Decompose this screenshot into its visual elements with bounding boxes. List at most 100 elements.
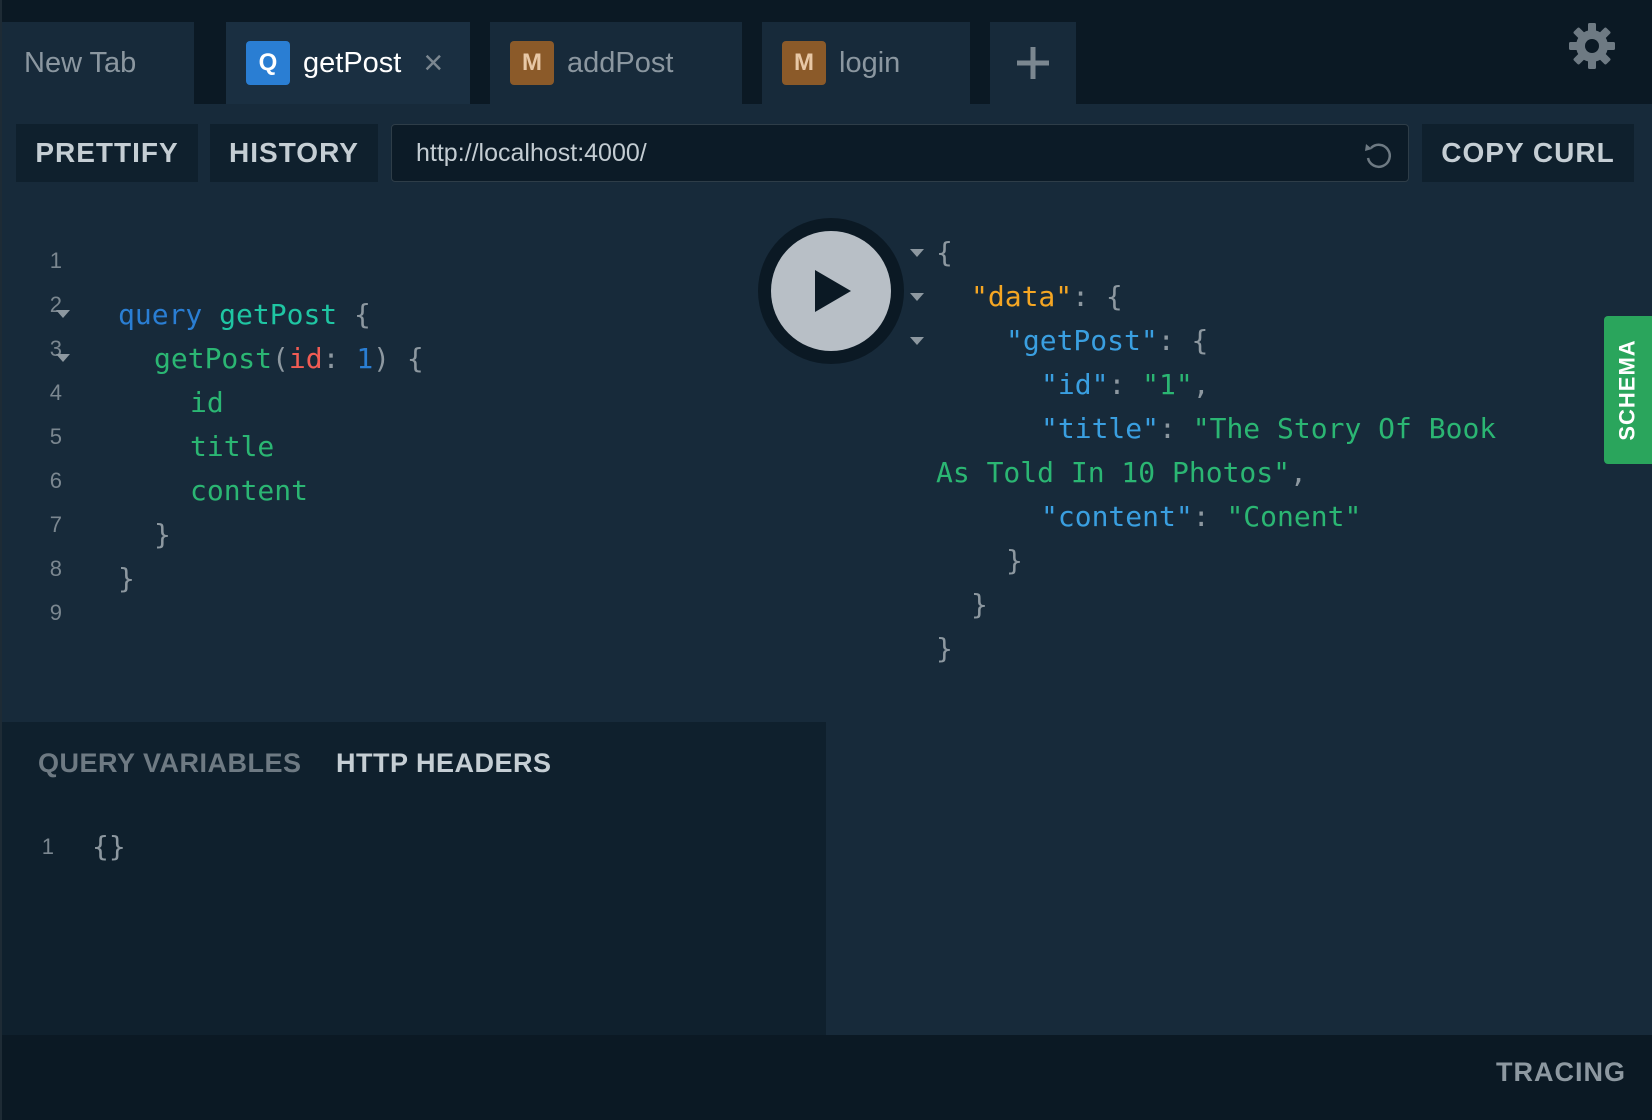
tab-bar: New Tab Q getPost × M addPost M login [0,0,1652,104]
json-key: "data" [971,279,1073,313]
result-line: "title": "The Story Of Book [1041,406,1496,450]
punctuation: { [1191,323,1209,357]
tab-addpost[interactable]: M addPost [490,22,742,104]
json-key: "title" [1041,411,1160,445]
prettify-button[interactable]: PRETTIFY [16,124,198,182]
query-badge: Q [246,41,290,85]
code-line: } [154,512,171,556]
close-icon[interactable]: × [423,46,443,80]
code-line: content [190,468,308,512]
add-tab-button[interactable] [990,22,1076,104]
json-string: "1" [1142,367,1193,401]
query-editor[interactable]: 1 2 3 4 5 6 7 8 9 query getPost { getPos… [2,204,826,722]
line-number: 1 [41,834,54,859]
result-line: "data": { [971,274,1123,318]
tab-query-variables[interactable]: QUERY VARIABLES [38,748,302,779]
json-key: "getPost" [1006,323,1158,357]
line-number: 4 [49,380,62,405]
tab-getpost[interactable]: Q getPost × [226,22,470,104]
punctuation: : [1192,499,1210,533]
fold-arrow-icon[interactable] [910,293,924,301]
code-line: } [118,556,135,600]
json-key: "id" [1041,367,1109,401]
field-name: title [190,429,275,463]
field-name: id [190,385,224,419]
line-number: 3 [49,336,62,361]
fold-arrow-icon[interactable] [56,354,70,362]
punctuation: , [1192,367,1210,401]
endpoint-url-input[interactable]: http://localhost:4000/ [391,124,1409,182]
punctuation: } [1006,543,1023,577]
plus-icon [1017,47,1049,79]
punctuation: : [1157,323,1175,357]
json-string: "Conent" [1226,499,1362,533]
argument-value: 1 [356,341,374,375]
tracing-button[interactable]: TRACING [1496,1057,1626,1088]
code-line: title [190,424,274,468]
fold-arrow-icon[interactable] [56,310,70,318]
play-icon [815,270,851,312]
punctuation: : [1072,279,1090,313]
result-line: As Told In 10 Photos", [936,450,1307,494]
tab-http-headers[interactable]: HTTP HEADERS [336,748,552,779]
result-line: "getPost": { [1006,318,1208,362]
reload-icon[interactable] [1362,139,1394,171]
result-line: { [936,230,953,274]
line-number: 6 [49,468,62,493]
tab-new-tab[interactable]: New Tab [2,22,194,104]
operation-name: getPost [219,297,338,331]
punctuation: { [1105,279,1123,313]
punctuation: { [406,341,424,375]
tab-label: New Tab [24,46,137,79]
toolbar: PRETTIFY HISTORY http://localhost:4000/ … [0,104,1652,204]
punctuation: } [936,631,953,665]
tab-label: getPost [303,46,402,79]
punctuation: ( [272,341,289,375]
fold-arrow-icon[interactable] [910,337,924,345]
line-number: 8 [49,556,62,581]
punctuation: } [118,561,135,595]
line-number: 5 [49,424,62,449]
tab-label: login [839,46,901,79]
field-name: content [190,473,309,507]
gear-icon[interactable] [1568,22,1616,70]
punctuation: ) [373,341,391,375]
result-line: "content": "Conent" [1041,494,1361,538]
punctuation: , [1290,455,1307,489]
punctuation: } [971,587,988,621]
result-line: "id": "1", [1041,362,1210,406]
schema-tab-label: SCHEMA [1615,339,1640,441]
field-name: getPost [154,341,273,375]
keyword: query [118,297,203,331]
schema-tab[interactable]: SCHEMA [1604,316,1652,464]
mutation-badge: M [510,41,554,85]
window-edge [0,0,2,1120]
run-button[interactable] [771,231,891,351]
code-line: query getPost { [118,292,371,336]
punctuation: : [1108,367,1126,401]
variables-editor[interactable]: {} [92,830,126,863]
line-number: 2 [49,292,62,317]
result-pane: { "data": { "getPost": { "id": "1", "tit… [826,204,1652,1035]
punctuation: : [1159,411,1176,445]
fold-arrow-icon[interactable] [910,249,924,257]
copy-curl-button[interactable]: COPY CURL [1422,124,1634,182]
punctuation: { [354,297,371,331]
playground-window: New Tab Q getPost × M addPost M login PR… [0,0,1652,1120]
footer: TRACING [2,1035,1652,1120]
tab-login[interactable]: M login [762,22,970,104]
tab-label: addPost [567,46,674,79]
punctuation: : [322,341,340,375]
line-number: 9 [49,600,62,625]
result-line: } [936,626,953,670]
history-button[interactable]: HISTORY [210,124,378,182]
code-line: id [190,380,224,424]
endpoint-url-text: http://localhost:4000/ [416,138,647,167]
punctuation: } [154,517,171,551]
line-number: 7 [49,512,62,537]
variables-panel: QUERY VARIABLES HTTP HEADERS 1 {} [2,722,826,1035]
line-number: 1 [49,248,62,273]
json-string: "The Story Of Book [1192,411,1497,445]
mutation-badge: M [782,41,826,85]
argument-name: id [288,341,323,375]
